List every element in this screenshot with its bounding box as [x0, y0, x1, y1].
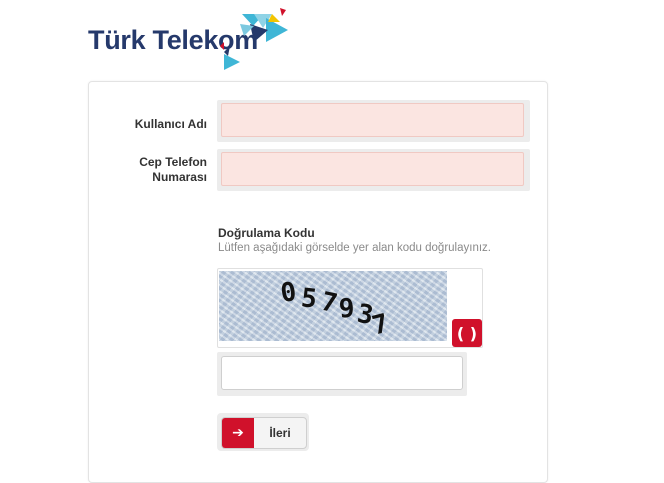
captcha-char: 7: [369, 309, 391, 341]
captcha-text-graphic: 0 5 7 9 3 7: [279, 277, 392, 341]
verification-title: Doğrulama Kodu: [218, 226, 315, 240]
next-button[interactable]: ➔ İleri: [221, 417, 307, 449]
verification-code-input[interactable]: [221, 356, 463, 390]
refresh-icon[interactable]: ( ): [452, 319, 482, 347]
phone-label: Cep Telefon Numarası: [97, 155, 207, 185]
captcha-image: 0 5 7 9 3 7: [219, 271, 447, 341]
phone-input[interactable]: [221, 152, 524, 186]
captcha-char: 0: [279, 277, 299, 309]
captcha-char: 5: [300, 283, 319, 314]
arrow-right-icon: ➔: [222, 418, 254, 448]
captcha-char: 7: [318, 287, 340, 320]
next-button-label: İleri: [269, 426, 291, 440]
phone-field-wrap: [217, 149, 530, 191]
captcha-char: 9: [338, 294, 356, 325]
username-field-wrap: [217, 100, 530, 142]
code-field-wrap: [217, 352, 467, 396]
phone-label-line1: Cep Telefon: [139, 155, 207, 169]
username-label: Kullanıcı Adı: [134, 117, 207, 131]
next-button-wrap: ➔ İleri: [217, 413, 309, 451]
verification-hint: Lütfen aşağıdaki görselde yer alan kodu …: [218, 242, 491, 254]
phone-label-line2: Numarası: [152, 170, 207, 184]
login-panel: Kullanıcı Adı Cep Telefon Numarası Doğru…: [88, 81, 548, 483]
captcha-box: 0 5 7 9 3 7 ( ): [217, 268, 483, 348]
username-input[interactable]: [221, 103, 524, 137]
turk-telekom-logo: Türk Telekom: [86, 8, 296, 78]
logo-triangles-icon: [220, 8, 288, 70]
